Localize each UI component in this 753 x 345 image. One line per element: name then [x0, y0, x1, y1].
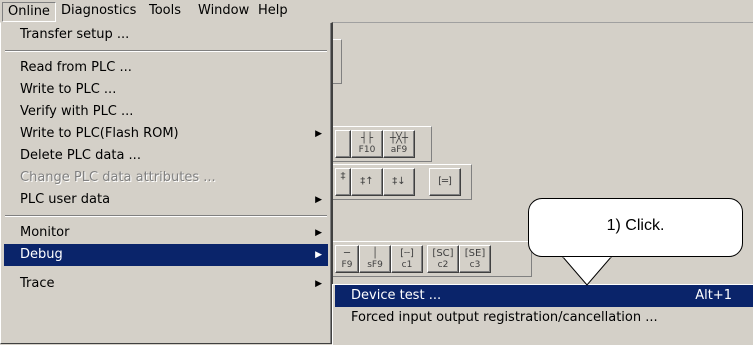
- submenu-arrow-icon: ▶: [315, 228, 322, 238]
- pulse-down-icon: ‡↓: [392, 176, 406, 187]
- menu-item-plc-user-data[interactable]: PLC user data ▶: [4, 189, 328, 211]
- menu-tools[interactable]: Tools: [144, 2, 186, 20]
- toolbar-button-partial-2[interactable]: ‡: [335, 168, 351, 196]
- menu-online[interactable]: Online: [2, 2, 56, 22]
- toolbar-button-f9[interactable]: ─ F9: [335, 245, 359, 273]
- menu-item-read-from-plc[interactable]: Read from PLC ...: [4, 57, 328, 79]
- menu-item-delete-plc-data[interactable]: Delete PLC data ...: [4, 145, 328, 167]
- menu-item-write-to-plc[interactable]: Write to PLC ...: [4, 79, 328, 101]
- menu-window[interactable]: Window: [193, 2, 254, 20]
- submenu-arrow-icon: ▶: [315, 250, 322, 260]
- toolbar-button-f10[interactable]: ┤├ F10: [351, 130, 383, 158]
- toolbar-button-c2[interactable]: [SC] c2: [427, 245, 459, 273]
- menu-help[interactable]: Help: [253, 2, 293, 20]
- shortcut-label: Alt+1: [695, 288, 732, 303]
- submenu-item-device-test[interactable]: Device test ... Alt+1: [335, 285, 753, 307]
- menu-separator: [5, 50, 327, 52]
- menu-separator: [5, 215, 327, 217]
- toolbar-button-c1[interactable]: [┄] c1: [391, 245, 423, 273]
- toolbar-button-down-pulse[interactable]: ‡↓: [383, 168, 415, 196]
- menu-item-transfer-setup[interactable]: Transfer setup ...: [4, 24, 328, 46]
- callout-bubble: 1) Click.: [528, 198, 743, 257]
- menu-item-monitor[interactable]: Monitor ▶: [4, 222, 328, 244]
- pulse-up-icon: ‡↑: [360, 176, 374, 187]
- online-menu-dropdown: Transfer setup ... Read from PLC ... Wri…: [0, 22, 333, 344]
- menu-bar: Online Diagnostics Tools Window Help: [0, 0, 753, 23]
- toolbar-button-instruction[interactable]: [═]: [429, 168, 461, 196]
- toolbar-button-partial[interactable]: F9: [335, 130, 351, 158]
- submenu-item-forced-io[interactable]: Forced input output registration/cancell…: [335, 307, 753, 329]
- toolbar-button-sf9[interactable]: │ sF9: [359, 245, 391, 273]
- menu-item-change-plc-data-attributes: Change PLC data attributes ...: [20, 170, 216, 185]
- callout-text: 1) Click.: [606, 217, 665, 234]
- submenu-arrow-icon: ▶: [315, 129, 322, 139]
- instruction-box-icon: [═]: [438, 176, 452, 187]
- toolbar-row-2: ‡ ‡↑ ‡↓ [═]: [330, 164, 472, 200]
- menu-item-write-to-plc-flash[interactable]: Write to PLC(Flash ROM) ▶: [4, 123, 328, 145]
- menu-diagnostics[interactable]: Diagnostics: [56, 2, 141, 20]
- toolbar-button-up-pulse[interactable]: ‡↑: [351, 168, 383, 196]
- toolbar-row-3: ─ F9 │ sF9 [┄] c1 [SC] c2 [SE] c3: [330, 241, 532, 277]
- menu-item-verify-with-plc[interactable]: Verify with PLC ...: [4, 101, 328, 123]
- toolbar-row-1: F9 ┤├ F10 ┼╳┼ aF9: [330, 126, 432, 162]
- submenu-arrow-icon: ▶: [315, 279, 322, 289]
- toolbar-button-c3[interactable]: [SE] c3: [459, 245, 491, 273]
- submenu-arrow-icon: ▶: [315, 195, 322, 205]
- menu-item-debug[interactable]: Debug ▶: [4, 244, 328, 266]
- callout-pointer: [560, 255, 614, 286]
- menu-item-trace[interactable]: Trace ▶: [4, 273, 328, 295]
- toolbar-button-af9[interactable]: ┼╳┼ aF9: [383, 130, 415, 158]
